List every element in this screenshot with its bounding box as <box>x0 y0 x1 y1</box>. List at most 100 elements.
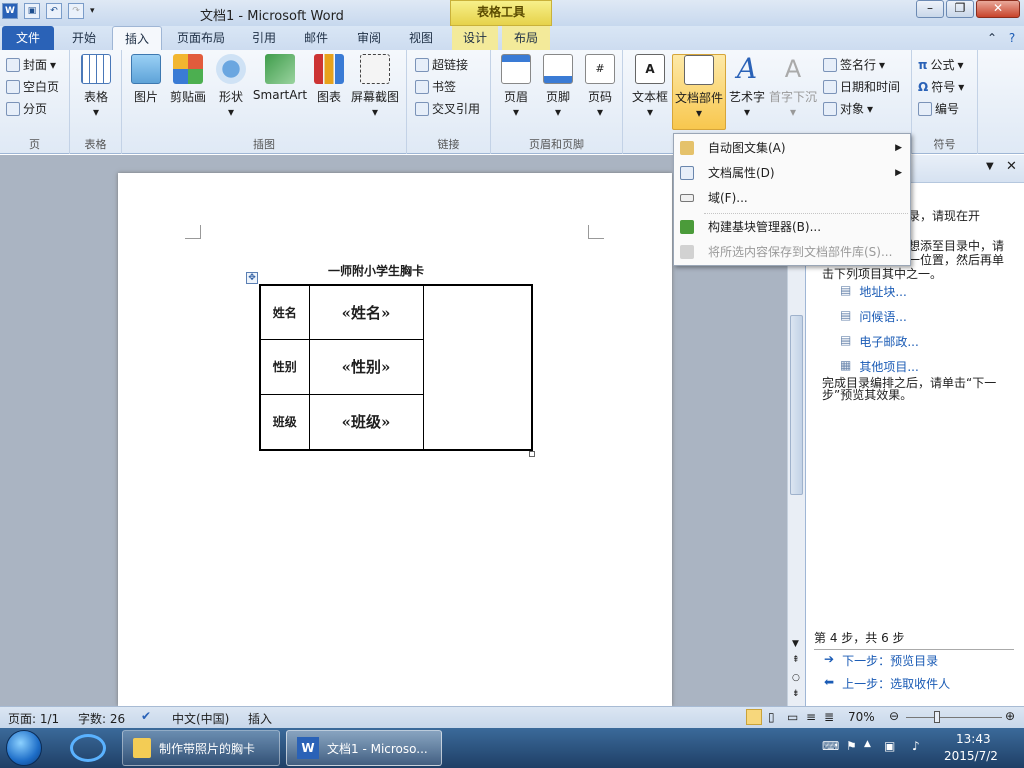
menu-item-field[interactable]: 域(F)... <box>674 186 910 210</box>
table-row-label-class[interactable]: 班级 <box>259 393 310 451</box>
next-step-link[interactable]: ➔ 下一步：预览目录 <box>824 652 938 669</box>
equation-button[interactable]: π 公式 ▾ <box>918 56 964 73</box>
footer-button[interactable]: 页脚 ▾ <box>539 54 577 119</box>
task-pane-menu-icon[interactable]: ▼ <box>986 161 994 172</box>
minimize-button[interactable]: – <box>916 0 944 18</box>
blank-page-button[interactable]: 空白页 <box>6 78 59 95</box>
cross-reference-button[interactable]: 交叉引用 <box>415 100 480 117</box>
tab-review[interactable]: 审阅 <box>344 26 394 50</box>
object-button[interactable]: 对象 ▾ <box>823 100 873 117</box>
shapes-button[interactable]: 形状 ▾ <box>214 54 248 119</box>
clock-time[interactable]: 13:43 <box>956 732 991 746</box>
table-row-label-name[interactable]: 姓名 <box>259 284 310 340</box>
tab-home[interactable]: 开始 <box>58 26 110 50</box>
undo-icon[interactable]: ↶ <box>46 3 62 19</box>
zoom-in-icon[interactable]: ⊕ <box>1005 709 1015 723</box>
date-time-button[interactable]: 日期和时间 <box>823 78 900 95</box>
insert-mode-indicator[interactable]: 插入 <box>248 710 272 727</box>
page-count[interactable]: 页面: 1/1 <box>8 710 59 727</box>
merge-field-gender[interactable]: «性别» <box>308 338 424 395</box>
header-button[interactable]: 页眉 ▾ <box>497 54 535 119</box>
greeting-line-link[interactable]: ▤ 问候语... <box>840 308 919 325</box>
zoom-level[interactable]: 70% <box>848 710 875 724</box>
signature-line-button[interactable]: 签名行 ▾ <box>823 56 885 73</box>
task-pane-close-icon[interactable]: ✕ <box>1006 159 1017 174</box>
picture-button[interactable]: 图片 <box>128 54 164 105</box>
badge-table[interactable]: 姓名 «姓名» 性别 «性别» 班级 «班级» <box>259 284 533 451</box>
draft-view-icon[interactable]: ≣ <box>824 710 834 724</box>
zoom-out-icon[interactable]: ⊖ <box>889 709 899 723</box>
table-row-label-gender[interactable]: 性别 <box>259 338 310 395</box>
hyperlink-button[interactable]: 超链接 <box>415 56 468 73</box>
page-number-button[interactable]: # 页码 ▾ <box>581 54 619 119</box>
tab-page-layout[interactable]: 页面布局 <box>168 26 234 50</box>
clock-date[interactable]: 2015/7/2 <box>944 749 998 763</box>
close-button[interactable]: ✕ <box>976 0 1020 18</box>
merge-field-name[interactable]: «姓名» <box>308 284 424 340</box>
more-items-link[interactable]: ▦ 其他项目... <box>840 358 919 375</box>
start-button[interactable] <box>6 730 42 766</box>
menu-item-building-blocks-organizer[interactable]: 构建基块管理器(B)... <box>674 215 910 239</box>
photo-cell[interactable] <box>422 284 533 451</box>
word-icon[interactable]: W <box>2 3 18 19</box>
tab-insert[interactable]: 插入 <box>112 26 162 50</box>
table-button[interactable]: 表格 ▾ <box>78 54 114 119</box>
network-icon[interactable]: ▣ <box>884 739 895 753</box>
number-button[interactable]: 编号 <box>918 100 959 117</box>
redo-icon[interactable]: ↷ <box>68 3 84 19</box>
word-count[interactable]: 字数: 26 <box>78 710 125 727</box>
tab-mailings[interactable]: 邮件 <box>292 26 340 50</box>
keyboard-icon[interactable]: ⌨ <box>822 739 839 753</box>
previous-step-link[interactable]: ⬅ 上一步：选取收件人 <box>824 675 950 692</box>
scroll-down-icon[interactable]: ▼ <box>792 639 799 649</box>
cover-page-button[interactable]: 封面 ▾ <box>6 56 56 73</box>
address-block-link[interactable]: ▤ 地址块... <box>840 283 919 300</box>
volume-icon[interactable]: ♪ <box>912 739 920 753</box>
wordart-button[interactable]: A 艺术字 ▾ <box>727 54 767 120</box>
save-icon[interactable]: ▣ <box>24 3 40 19</box>
previous-page-icon[interactable]: ⇞ <box>792 655 800 665</box>
screenshot-button[interactable]: 屏幕截图 ▾ <box>348 54 402 119</box>
outline-view-icon[interactable]: ≡ <box>806 710 816 724</box>
action-center-icon[interactable]: ⚑ <box>846 739 857 753</box>
chart-button[interactable]: 图表 <box>314 54 344 105</box>
electronic-postage-link[interactable]: ▤ 电子邮政... <box>840 333 919 350</box>
language-indicator[interactable]: 中文(中国) <box>172 710 229 727</box>
tab-view[interactable]: 视图 <box>396 26 446 50</box>
symbol-button[interactable]: Ω 符号 ▾ <box>918 78 964 95</box>
page-break-button[interactable]: 分页 <box>6 100 47 117</box>
clipart-button[interactable]: 剪贴画 <box>168 54 208 105</box>
web-layout-icon[interactable]: ▭ <box>787 710 798 724</box>
tab-table-layout[interactable]: 布局 <box>502 26 550 50</box>
bookmark-button[interactable]: 书签 <box>415 78 456 95</box>
document-title[interactable]: 一师附小学生胸卡 <box>328 262 424 279</box>
table-resize-handle[interactable] <box>529 451 535 457</box>
zoom-slider[interactable] <box>906 717 1002 718</box>
textbox-button[interactable]: A 文本框 ▾ <box>629 54 671 119</box>
help-icon[interactable]: ? <box>1004 26 1020 50</box>
menu-item-document-property[interactable]: 文档属性(D) ▶ <box>674 161 910 185</box>
tab-references[interactable]: 引用 <box>240 26 288 50</box>
taskbar-item-folder[interactable]: 制作带照片的胸卡 <box>122 730 280 766</box>
proofing-icon[interactable]: ✔ <box>141 709 151 723</box>
next-page-icon[interactable]: ⇟ <box>792 689 800 699</box>
quick-parts-button[interactable]: 文档部件 ▾ <box>672 54 726 130</box>
tab-design[interactable]: 设计 <box>452 26 498 50</box>
smartart-button[interactable]: SmartArt <box>252 54 308 102</box>
taskbar-item-word[interactable]: W 文档1 - Microso... <box>286 730 442 766</box>
table-move-handle-icon[interactable]: ✥ <box>246 272 258 284</box>
zoom-slider-thumb[interactable] <box>934 711 940 723</box>
menu-item-save-selection-to-gallery[interactable]: 将所选内容保存到文档部件库(S)... <box>674 240 910 264</box>
menu-item-autotext[interactable]: 自动图文集(A) ▶ <box>674 136 910 160</box>
show-hidden-icons-icon[interactable]: ▲ <box>864 739 871 749</box>
select-browse-object-icon[interactable]: ○ <box>792 673 800 683</box>
scrollbar-thumb[interactable] <box>790 315 803 495</box>
browser-taskbar-icon[interactable] <box>70 734 106 762</box>
merge-field-class[interactable]: «班级» <box>308 393 424 451</box>
customize-qat-icon[interactable]: ▾ <box>90 6 95 16</box>
print-layout-view-icon[interactable] <box>746 709 762 725</box>
full-screen-reading-icon[interactable]: ▯ <box>768 710 775 724</box>
tab-file[interactable]: 文件 <box>2 26 54 50</box>
drop-cap-button[interactable]: A 首字下沉 ▾ <box>767 54 819 119</box>
minimize-ribbon-icon[interactable]: ⌃ <box>984 26 1000 50</box>
